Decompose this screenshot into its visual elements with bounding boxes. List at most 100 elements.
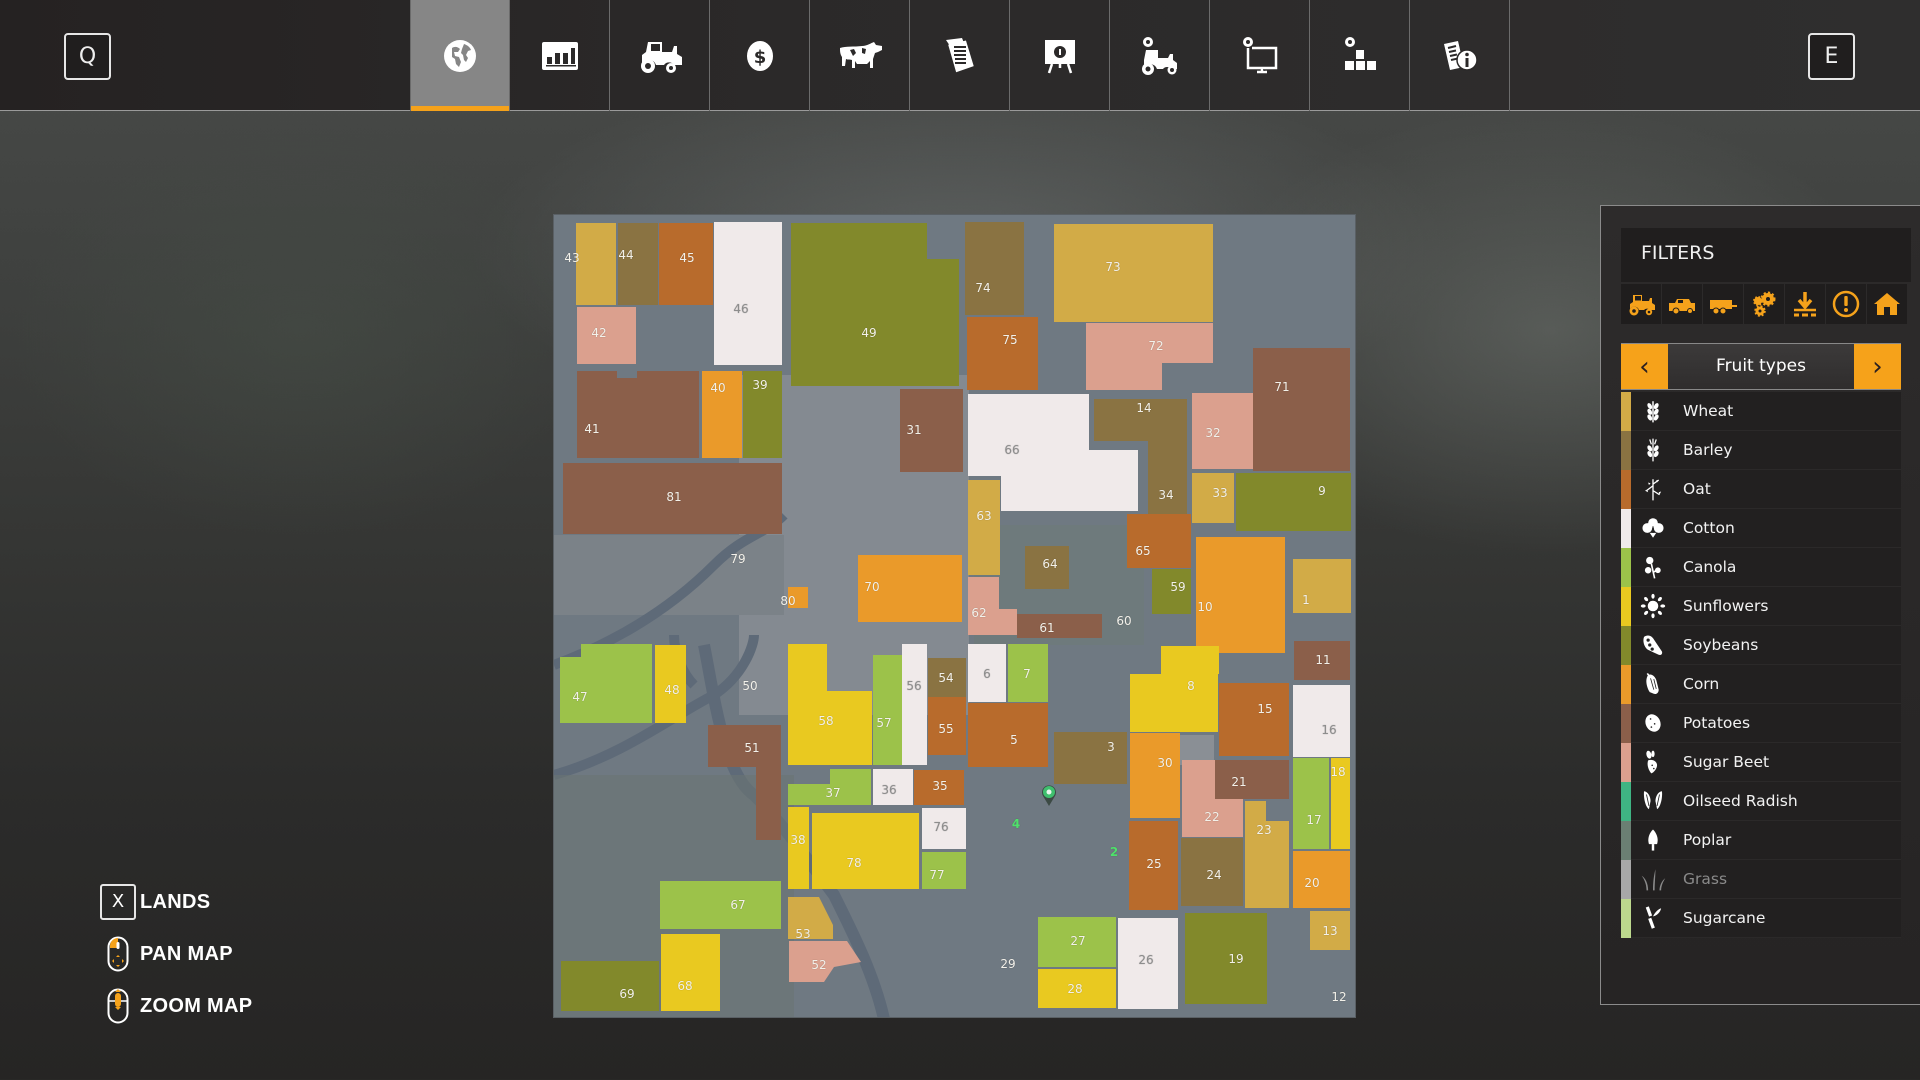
field-58[interactable]	[788, 691, 872, 765]
field-17[interactable]	[1293, 758, 1329, 849]
tab-vehicles[interactable]	[610, 0, 710, 111]
tab-map[interactable]	[410, 0, 510, 111]
tab-statistics[interactable]	[510, 0, 610, 111]
legend-item-label: Potatoes	[1683, 714, 1751, 732]
legend-item-soybeans[interactable]: Soybeans	[1621, 625, 1901, 665]
field-20[interactable]	[1293, 851, 1350, 908]
field-73[interactable]	[1054, 224, 1213, 322]
field-56[interactable]	[902, 644, 927, 765]
field-15[interactable]	[1219, 683, 1289, 756]
chevron-right-icon: ›	[1872, 351, 1883, 382]
tab-help-info[interactable]	[1410, 0, 1510, 111]
field-49[interactable]	[791, 223, 927, 386]
field-19[interactable]	[1185, 913, 1267, 1004]
field-41[interactable]	[637, 371, 699, 458]
field-23[interactable]	[1245, 801, 1266, 908]
field-51[interactable]	[756, 767, 781, 840]
field-78[interactable]	[812, 813, 919, 889]
tab-contracts[interactable]	[910, 0, 1010, 111]
field-9[interactable]	[1236, 473, 1351, 531]
map-overview-selector: ‹ Fruit types ›	[1621, 343, 1901, 390]
field-10[interactable]	[1196, 537, 1285, 653]
field-number-label: 4	[1011, 817, 1021, 831]
tab-animals[interactable]	[810, 0, 910, 111]
legend-item-cotton[interactable]: Cotton	[1621, 508, 1901, 548]
legend-color-swatch	[1621, 742, 1631, 782]
field-69[interactable]	[561, 961, 659, 1011]
field-57[interactable]	[873, 655, 902, 765]
legend-item-label: Oat	[1683, 480, 1711, 498]
field-30[interactable]	[1130, 733, 1180, 818]
field-38[interactable]	[788, 807, 809, 889]
field-47[interactable]	[581, 644, 600, 723]
legend-item-poplar[interactable]: Poplar	[1621, 820, 1901, 860]
field-75[interactable]	[967, 317, 1038, 390]
tab-finances[interactable]: $	[710, 0, 810, 111]
field-number-label: 26	[1138, 953, 1154, 967]
field-8[interactable]	[1161, 646, 1219, 674]
presentation-board-icon	[1044, 39, 1075, 73]
field-68[interactable]	[661, 934, 720, 1011]
prev-overview-button[interactable]: ‹	[1621, 344, 1668, 389]
field-32[interactable]	[1192, 393, 1253, 469]
filter-farmhouse[interactable]	[1867, 284, 1907, 324]
field-5[interactable]	[968, 703, 1048, 767]
filter-alerts[interactable]	[1826, 284, 1866, 324]
legend-item-label: Cotton	[1683, 519, 1735, 537]
field-58[interactable]	[788, 644, 827, 691]
legend-item-canola[interactable]: Canola	[1621, 547, 1901, 587]
field-47[interactable]	[600, 644, 652, 723]
cotton-icon	[1637, 512, 1669, 544]
filter-tools[interactable]	[1744, 284, 1784, 324]
field-44[interactable]	[618, 223, 658, 305]
filter-vehicles[interactable]	[1621, 284, 1661, 324]
barley-icon	[1637, 434, 1669, 466]
prev-page-key-hint[interactable]: Q	[64, 33, 111, 80]
field-63[interactable]	[968, 480, 1000, 575]
field-61[interactable]	[1017, 614, 1102, 638]
field-37[interactable]	[830, 769, 871, 784]
tab-help-guide[interactable]	[1010, 0, 1110, 111]
field-66[interactable]	[1001, 450, 1138, 511]
field-62[interactable]	[999, 609, 1017, 635]
field-65[interactable]	[1127, 514, 1191, 568]
legend-item-grass[interactable]: Grass	[1621, 859, 1901, 899]
field-67[interactable]	[660, 881, 781, 929]
field-number-label: 50	[742, 679, 758, 693]
filter-harvesters[interactable]	[1662, 284, 1702, 324]
tab-game-settings[interactable]	[1310, 0, 1410, 111]
player-location-marker-icon[interactable]	[1041, 785, 1057, 807]
field-43[interactable]	[576, 223, 616, 305]
field-8[interactable]	[1130, 674, 1218, 732]
legend-item-corn[interactable]: Corn	[1621, 664, 1901, 704]
field-number-label: 79	[730, 552, 746, 566]
field-21[interactable]	[1215, 760, 1289, 799]
next-overview-button[interactable]: ›	[1854, 344, 1901, 389]
legend-item-sugar-beet[interactable]: Sugar Beet	[1621, 742, 1901, 782]
next-page-key-hint[interactable]: E	[1808, 33, 1855, 80]
field-41[interactable]	[577, 371, 617, 458]
filter-trailers[interactable]	[1703, 284, 1743, 324]
legend-item-barley[interactable]: Barley	[1621, 430, 1901, 470]
farm-map[interactable]: 43 44 45 46 42 41 40 39 81 49 31 80 70 74 75 73 72 71 66 14…	[553, 214, 1356, 1018]
tab-general-settings[interactable]	[1210, 0, 1310, 111]
legend-item-wheat[interactable]: Wheat	[1621, 391, 1901, 431]
legend-item-sunflowers[interactable]: Sunflowers	[1621, 586, 1901, 626]
tab-garage-settings[interactable]	[1110, 0, 1210, 111]
legend-item-potatoes[interactable]: Potatoes	[1621, 703, 1901, 743]
legend-item-oilseed-radish[interactable]: Oilseed Radish	[1621, 781, 1901, 821]
field-49[interactable]	[927, 259, 959, 386]
lands-hint[interactable]: X LANDS	[100, 876, 252, 928]
legend-item-oat[interactable]: Oat	[1621, 469, 1901, 509]
filter-sell-points[interactable]	[1785, 284, 1825, 324]
field-41[interactable]	[617, 378, 637, 458]
legend-item-sugarcane[interactable]: Sugarcane	[1621, 898, 1901, 938]
field-74[interactable]	[965, 222, 1024, 315]
field-16[interactable]	[1293, 685, 1350, 757]
field-46[interactable]	[714, 222, 782, 365]
field-72[interactable]	[1086, 363, 1162, 390]
field-3[interactable]	[1054, 732, 1127, 784]
globe-icon	[444, 39, 476, 72]
field-number-label: 3	[1107, 740, 1115, 754]
field-71[interactable]	[1253, 348, 1350, 471]
